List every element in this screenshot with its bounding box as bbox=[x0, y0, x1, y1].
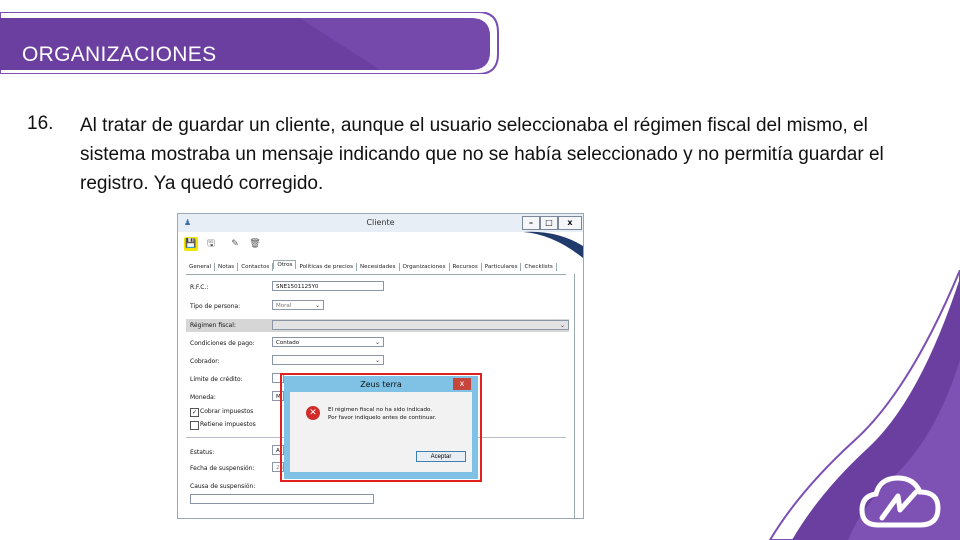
brand-corner-decoration bbox=[768, 270, 960, 540]
cobrar-checkbox[interactable]: ✓ bbox=[190, 408, 199, 417]
limite-label: Límite de crédito: bbox=[190, 376, 243, 383]
error-icon: ✕ bbox=[306, 406, 320, 420]
chevron-down-icon: ⌄ bbox=[559, 322, 565, 329]
fecha-label: Fecha de suspensión: bbox=[190, 465, 255, 472]
tipo-persona-value: Moral bbox=[276, 303, 292, 309]
estatus-label: Estatus: bbox=[190, 449, 215, 456]
regimen-select[interactable]: ⌄ bbox=[272, 320, 569, 330]
tipo-persona-label: Tipo de persona: bbox=[190, 303, 241, 310]
edit-icon[interactable]: ✎ bbox=[228, 237, 242, 251]
client-window-screenshot: ♟ Cliente – □ x 💾 🖫 ✎ 🗑 General Notas Cont… bbox=[177, 213, 584, 519]
tab-necesidades[interactable]: Necesidades bbox=[357, 263, 400, 271]
item-number: 16. bbox=[27, 113, 54, 134]
moneda-label: Moneda: bbox=[190, 394, 216, 401]
regimen-label: Régimen fiscal: bbox=[190, 322, 236, 329]
error-dialog: Zeus terra x ✕ El régimen fiscal no ha s… bbox=[284, 376, 478, 479]
chevron-down-icon: ⌄ bbox=[374, 357, 380, 364]
cobrador-select[interactable]: ⌄ bbox=[272, 355, 384, 365]
dialog-title: Zeus terra bbox=[360, 380, 402, 389]
tab-general[interactable]: General bbox=[186, 263, 216, 271]
window-corner-swoosh-icon bbox=[523, 231, 583, 258]
retiene-checkbox[interactable] bbox=[190, 421, 199, 430]
cobrador-label: Cobrador: bbox=[190, 358, 220, 365]
save-icon[interactable]: 💾 bbox=[184, 237, 198, 251]
tab-divider bbox=[186, 274, 566, 275]
tab-contactos[interactable]: Contactos bbox=[238, 263, 274, 271]
dialog-message-line2: Por favor indíquelo antes de continuar. bbox=[328, 415, 437, 421]
cobrar-label: Cobrar impuestos bbox=[200, 408, 254, 415]
tab-strip: General Notas Contactos Otros Políticas de p… bbox=[186, 260, 557, 274]
condiciones-value: Contado bbox=[276, 340, 300, 346]
tab-notas[interactable]: Notas bbox=[215, 263, 239, 271]
retiene-label: Retiene impuestos bbox=[200, 421, 256, 428]
tab-organizaciones[interactable]: Organizaciones bbox=[400, 263, 450, 271]
dialog-message-line1: El régimen fiscal no ha sido indicado. bbox=[328, 407, 433, 413]
save-close-icon[interactable]: 🖫 bbox=[204, 237, 218, 251]
tab-otros[interactable]: Otros bbox=[273, 260, 297, 269]
causa-label: Causa de suspensión: bbox=[190, 483, 256, 490]
causa-field[interactable] bbox=[190, 494, 374, 504]
chevron-down-icon: ⌄ bbox=[374, 339, 380, 346]
dialog-body: ✕ El régimen fiscal no ha sido indicado.… bbox=[290, 392, 472, 472]
title-banner: ORGANIZACIONES bbox=[0, 12, 500, 74]
tipo-persona-select[interactable]: Moral ⌄ bbox=[272, 300, 324, 310]
chevron-down-icon: ⌄ bbox=[314, 302, 320, 309]
dialog-close-button[interactable]: x bbox=[453, 378, 471, 390]
rfc-field[interactable]: SNE1501125Y0 bbox=[272, 281, 384, 291]
item-description: Al tratar de guardar un cliente, aunque … bbox=[80, 115, 884, 194]
tab-recursos[interactable]: Recursos bbox=[450, 263, 482, 271]
condiciones-label: Condiciones de pago: bbox=[190, 340, 255, 347]
panel-border bbox=[574, 274, 575, 518]
delete-icon[interactable]: 🗑 bbox=[248, 237, 262, 251]
tab-politicas[interactable]: Políticas de precios bbox=[296, 263, 357, 271]
slide-title: ORGANIZACIONES bbox=[22, 43, 217, 66]
accept-button[interactable]: Aceptar bbox=[416, 451, 466, 462]
rfc-label: R.F.C.: bbox=[190, 284, 209, 291]
tab-checklists[interactable]: Checklists bbox=[521, 263, 557, 271]
tab-particulares[interactable]: Particulares bbox=[482, 263, 522, 271]
condiciones-select[interactable]: Contado ⌄ bbox=[272, 337, 384, 347]
